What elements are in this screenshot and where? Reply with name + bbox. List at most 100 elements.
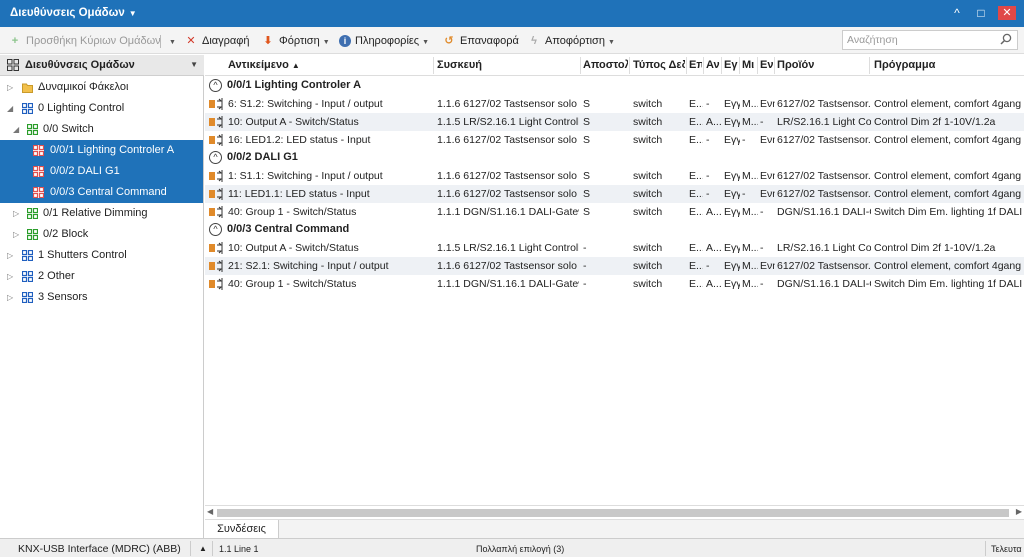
add-dropdown-button[interactable]: ▼ [166,33,176,49]
cell-ep: E... [689,206,703,218]
tab-associations[interactable]: Συνδέσεις [205,520,279,539]
table-row[interactable]: 40: Group 1 - Switch/Status 1.1.1 DGN/S1.… [205,203,1024,221]
cell-an: A... [706,116,722,128]
search-icon [1000,33,1012,45]
chevron-up-icon[interactable]: ▲ [199,544,207,553]
column-header-eg[interactable]: Εγ [724,59,738,71]
communication-object-icon [209,278,223,290]
expand-arrow-icon[interactable]: ▷ [13,224,19,245]
column-separator[interactable] [629,57,630,74]
column-separator[interactable] [757,57,758,74]
column-header-program[interactable]: Πρόγραμμα [874,59,1022,71]
info-button[interactable]: i Πληροφορίες ▼ [339,33,429,49]
communication-object-icon [209,206,223,218]
tree-item-lighting-control[interactable]: ◢ 0 Lighting Control [0,98,203,119]
collapse-group-icon[interactable]: ^ [209,79,222,92]
window-titlebar: Διευθύνσεις Ομάδων ▼ ^ □ ✕ [0,0,1024,27]
tree-item-central-command[interactable]: 0/0/3 Central Command [0,182,203,203]
tree-item-block[interactable]: ▷ 0/2 Block [0,224,203,245]
column-header-mi[interactable]: Μι [742,59,757,71]
column-header-object[interactable]: Αντικείμενο ▲ [228,59,433,71]
minimize-button[interactable]: ^ [946,4,968,22]
info-label: Πληροφορίες [355,35,420,47]
chevron-down-icon: ▼ [128,9,137,18]
cell-mi: M... [742,242,758,254]
grid-icon [7,59,19,71]
column-header-ep[interactable]: Επ [689,59,702,71]
group-header-row[interactable]: ^ 0/0/3 Central Command [205,221,1024,239]
sort-ascending-icon: ▲ [291,61,300,70]
add-main-group-label: Προσθήκη Κύριων Ομάδων [26,35,161,47]
group-address-icon [33,187,44,198]
expand-arrow-icon[interactable]: ▷ [7,77,13,98]
chevron-down-icon: ▼ [169,39,176,46]
scroll-right-arrow-icon[interactable]: ▶ [1016,507,1022,516]
download-button[interactable]: ⬇ Φόρτιση ▼ [261,33,329,49]
add-main-group-button[interactable]: + Προσθήκη Κύριων Ομάδων [8,33,161,49]
column-separator[interactable] [580,57,581,74]
table-row[interactable]: 40: Group 1 - Switch/Status 1.1.1 DGN/S1.… [205,275,1024,293]
column-header-product[interactable]: Προϊόν [777,59,867,71]
reset-button[interactable]: ↺ Επαναφορά [442,33,518,49]
expand-arrow-icon[interactable]: ▷ [13,203,19,224]
search-input[interactable]: Αναζήτηση [842,30,1018,50]
column-separator[interactable] [721,57,722,74]
column-separator[interactable] [739,57,740,74]
cell-mi: M... [742,116,758,128]
tree-item-lighting-controler-a[interactable]: 0/0/1 Lighting Controler A [0,140,203,161]
group-header-row[interactable]: ^ 0/0/1 Lighting Controler A [205,77,1024,95]
column-header-data-type[interactable]: Τύπος Δεδ [633,59,685,71]
cell-en: - [760,278,764,290]
table-row[interactable]: 16: LED1.2: LED status - Input 1.1.6 6127… [205,131,1024,149]
table-row[interactable]: 21: S2.1: Switching - Input / output 1.1.… [205,257,1024,275]
cell-product: LR/S2.16.1 Light Co... [777,242,871,254]
restore-button[interactable]: □ [970,4,992,22]
table-row[interactable]: 1: S1.1: Switching - Input / output 1.1.6… [205,167,1024,185]
column-header-an[interactable]: Αν [706,59,720,71]
expand-arrow-icon[interactable]: ▷ [7,287,13,308]
main-group-icon [22,292,33,303]
scroll-left-arrow-icon[interactable]: ◀ [207,507,213,516]
tree-item-shutters-control[interactable]: ▷ 1 Shutters Control [0,245,203,266]
tree-item-label: Δυναμικοί Φάκελοι [38,81,129,93]
cell-en: Ενη [760,98,775,110]
tree-item-relative-dimming[interactable]: ▷ 0/1 Relative Dimming [0,203,203,224]
delete-button[interactable]: ✕ Διαγραφή [184,33,249,49]
group-header-label: 0/0/1 Lighting Controler A [227,79,362,91]
close-button[interactable]: ✕ [998,6,1016,20]
table-row[interactable]: 11: LED1.1: LED status - Input 1.1.6 6127… [205,185,1024,203]
collapse-arrow-icon[interactable]: ◢ [13,119,19,140]
scrollbar-thumb[interactable] [217,509,1009,517]
expand-arrow-icon[interactable]: ▷ [7,245,13,266]
main-group-icon [22,103,33,114]
column-separator[interactable] [686,57,687,74]
expand-arrow-icon[interactable]: ▷ [7,266,13,287]
tree-header[interactable]: Διευθύνσεις Ομάδων ▼ [0,55,204,76]
window-title-dropdown[interactable]: Διευθύνσεις Ομάδων ▼ [10,7,137,19]
cell-an: - [706,260,710,272]
table-row[interactable]: 10: Output A - Switch/Status 1.1.5 LR/S2.… [205,113,1024,131]
tree-item-sensors[interactable]: ▷ 3 Sensors [0,287,203,308]
collapse-group-icon[interactable]: ^ [209,151,222,164]
horizontal-scrollbar[interactable]: ◀ ▶ [205,505,1024,519]
column-header-device[interactable]: Συσκευή [437,59,577,71]
group-header-row[interactable]: ^ 0/0/2 DALI G1 [205,149,1024,167]
tree-item-dynamic-folders[interactable]: ▷ Δυναμικοί Φάκελοι [0,77,203,98]
unload-button[interactable]: ϟ Αποφόρτιση ▼ [527,33,615,49]
column-header-send[interactable]: Αποστολ [583,59,628,71]
column-header-en[interactable]: Εν [760,59,774,71]
column-separator[interactable] [433,57,434,74]
table-row[interactable]: 6: S1.2: Switching - Input / output 1.1.6… [205,95,1024,113]
collapse-group-icon[interactable]: ^ [209,223,222,236]
middle-group-icon [27,229,38,240]
cell-product: 6127/02 Tastsensor... [777,260,871,272]
tree-item-other[interactable]: ▷ 2 Other [0,266,203,287]
collapse-arrow-icon[interactable]: ◢ [7,98,13,119]
status-interface[interactable]: KNX-USB Interface (MDRC) (ABB) [18,543,181,555]
tree-item-dali-g1[interactable]: 0/0/2 DALI G1 [0,161,203,182]
table-row[interactable]: 10: Output A - Switch/Status 1.1.5 LR/S2.… [205,239,1024,257]
tree-item-switch[interactable]: ◢ 0/0 Switch [0,119,203,140]
column-separator[interactable] [869,57,870,74]
column-separator[interactable] [703,57,704,74]
column-separator[interactable] [774,57,775,74]
